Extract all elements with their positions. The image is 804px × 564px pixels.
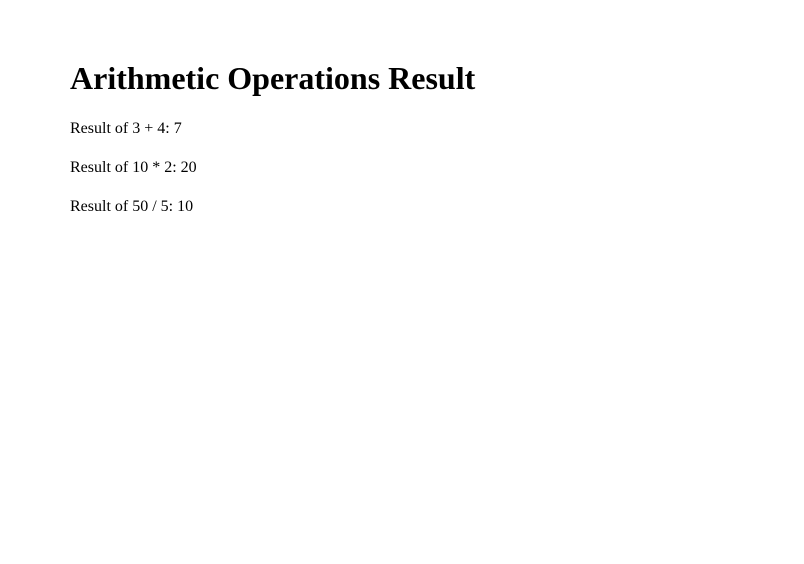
result-line: Result of 3 + 4: 7 <box>70 119 734 140</box>
page-title: Arithmetic Operations Result <box>70 60 734 97</box>
result-line: Result of 50 / 5: 10 <box>70 197 734 218</box>
result-line: Result of 10 * 2: 20 <box>70 158 734 179</box>
